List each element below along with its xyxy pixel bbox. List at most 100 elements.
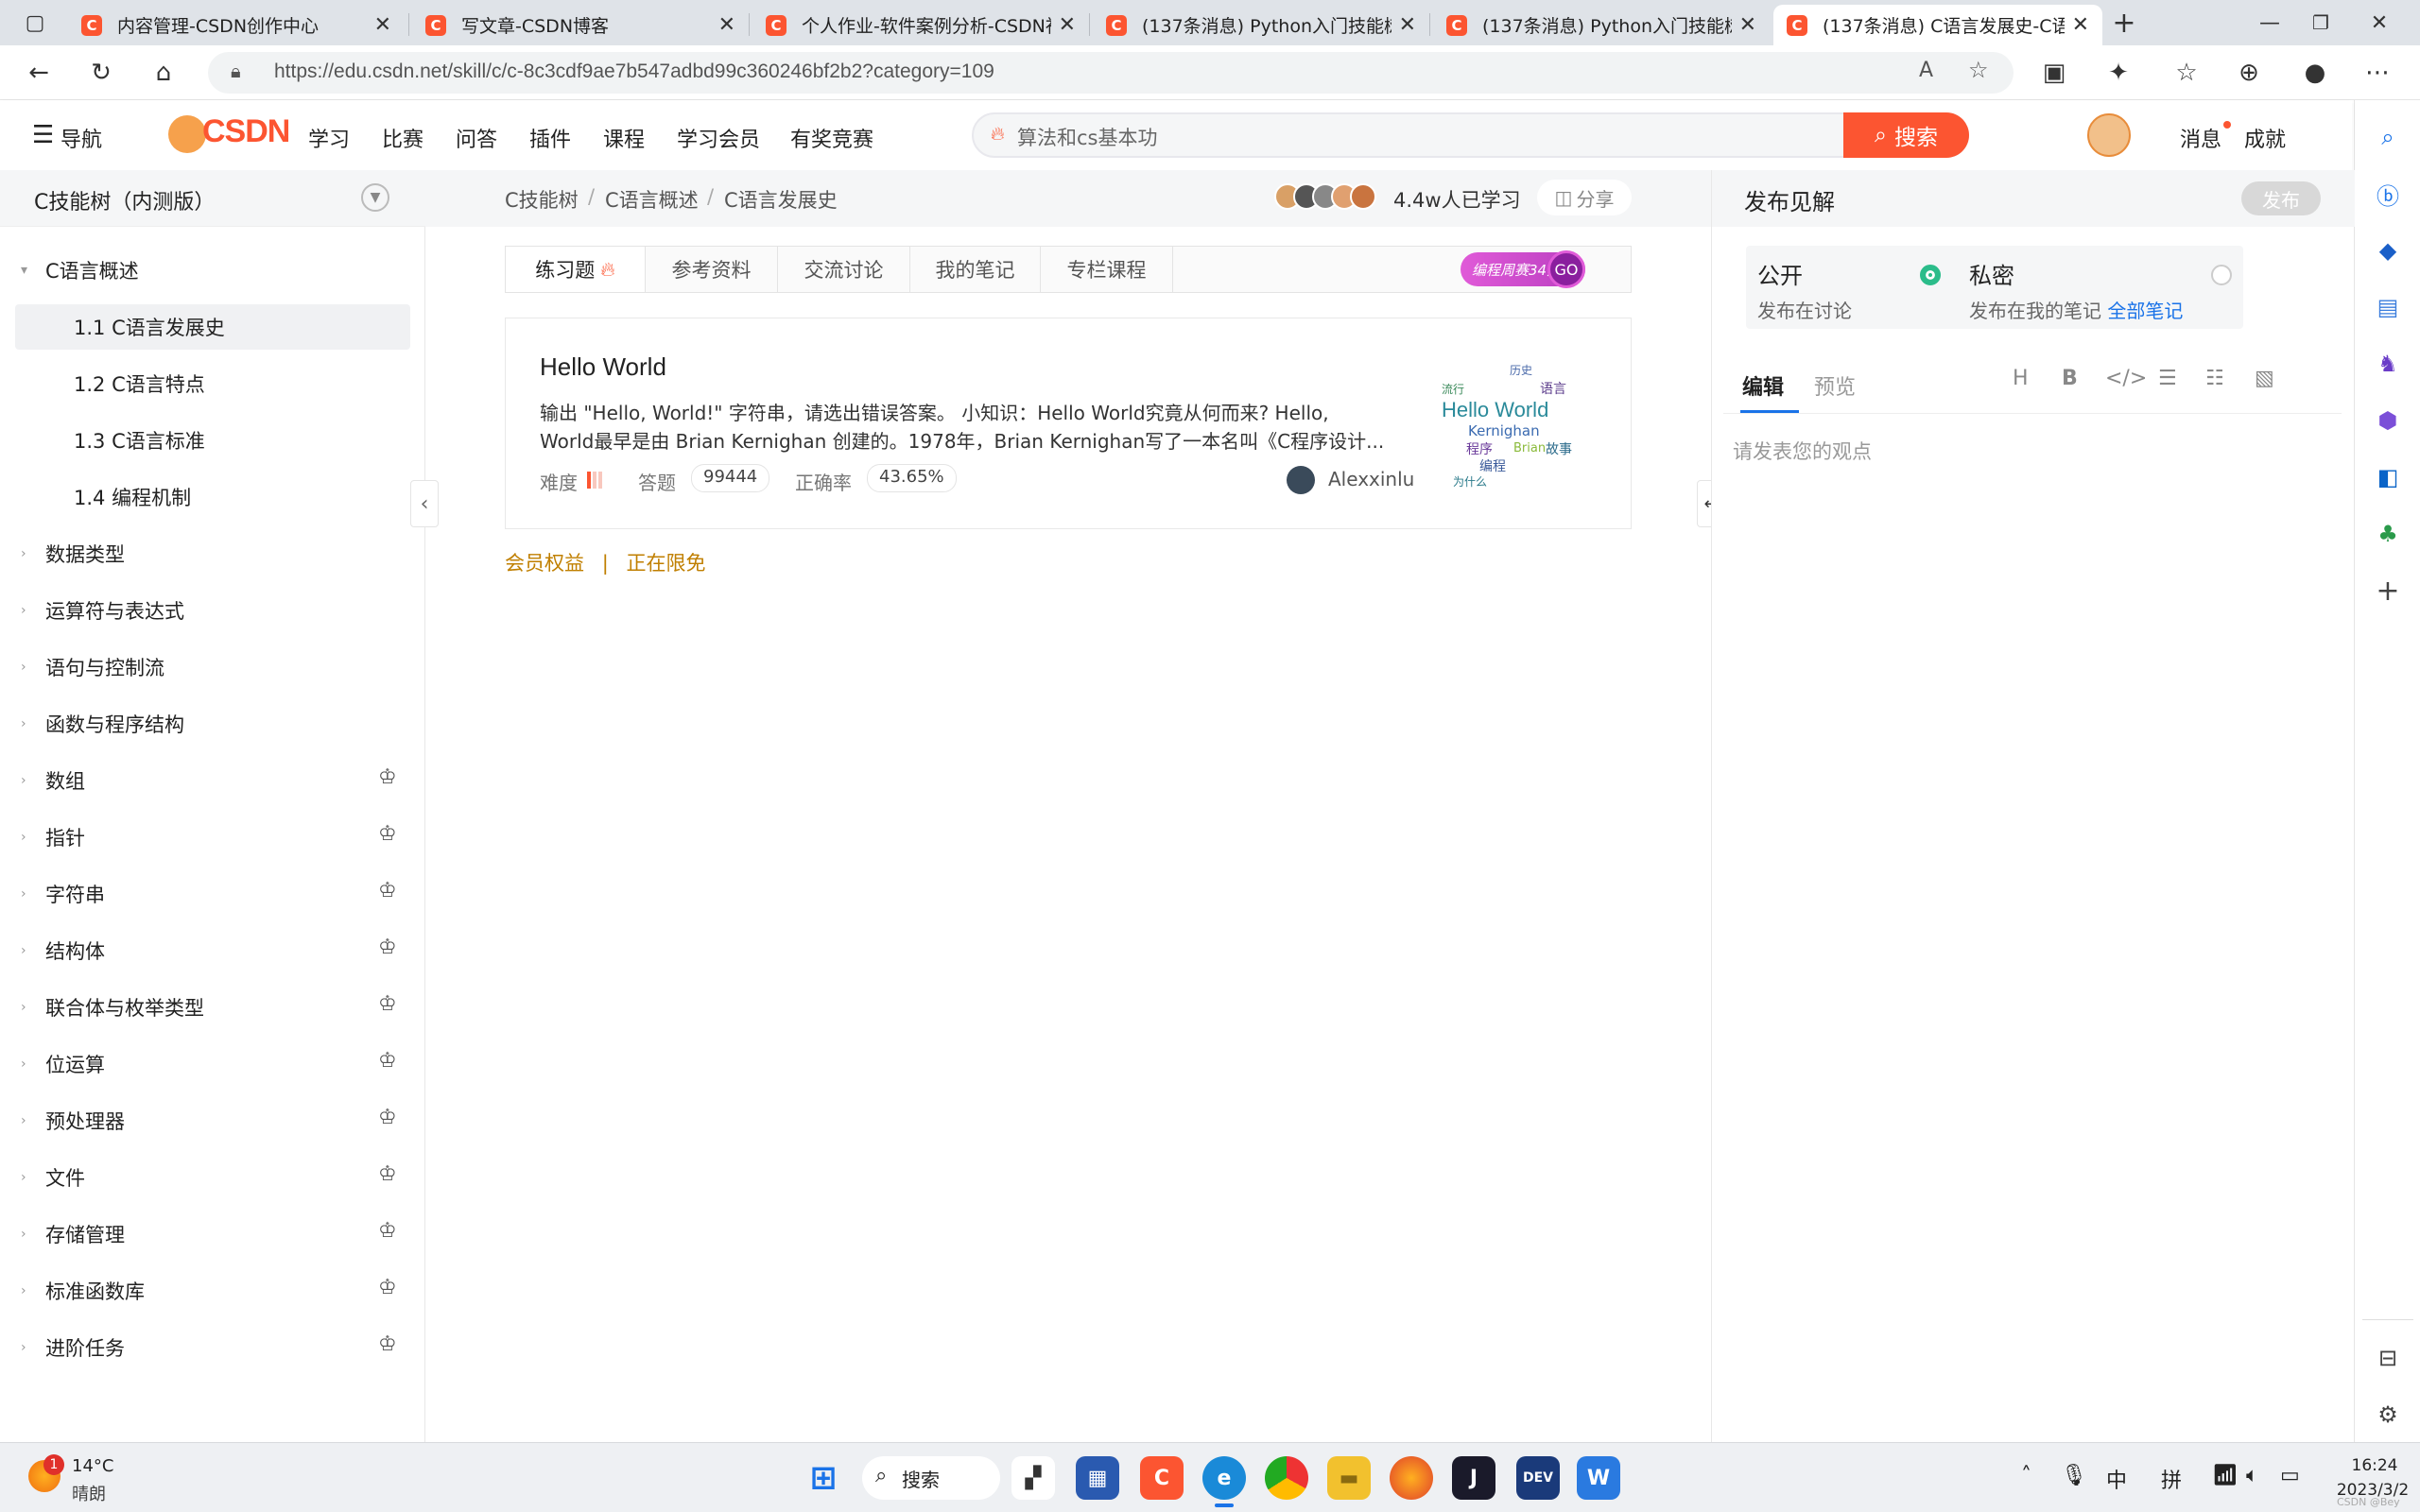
browser-tab[interactable]: C 内容管理-CSDN创作中心 ✕: [68, 5, 405, 45]
menu-hamburger-icon[interactable]: ☰: [32, 121, 54, 149]
achievements-link[interactable]: 成就: [2244, 123, 2286, 153]
collections-icon[interactable]: ▣: [2036, 55, 2072, 91]
office-icon[interactable]: ⬢: [2370, 403, 2406, 438]
caret-right-icon[interactable]: ›: [15, 1113, 45, 1128]
read-aloud-icon[interactable]: A: [1919, 59, 1933, 82]
caret-right-icon[interactable]: ›: [15, 716, 45, 731]
ime-mode[interactable]: 中: [2106, 1464, 2127, 1494]
tree-item[interactable]: › 存储管理 ♔: [15, 1211, 410, 1257]
opinion-textarea[interactable]: 请发表您的观点: [1733, 437, 1872, 465]
tab-collections-icon[interactable]: ⊕: [2231, 55, 2267, 91]
publish-button[interactable]: 发布: [2241, 181, 2321, 215]
tab-exercises[interactable]: 练习题 🔥︎: [506, 247, 646, 292]
nav-item-prize-contest[interactable]: 有奖竞赛: [790, 123, 873, 153]
tab-column-courses[interactable]: 专栏课程: [1041, 247, 1173, 292]
shopping-tag-icon[interactable]: ◆: [2370, 232, 2406, 268]
browser-tab[interactable]: C (137条消息) Python入门技能树 ✕: [1093, 5, 1429, 45]
tree-item[interactable]: › 数据类型: [15, 531, 410, 576]
caret-down-icon[interactable]: ▾: [15, 263, 45, 278]
close-tab-icon[interactable]: ✕: [1059, 13, 1076, 37]
tree-item[interactable]: › 位运算 ♔: [15, 1041, 410, 1087]
jetbrains-icon[interactable]: J: [1452, 1456, 1495, 1500]
tree-item[interactable]: › 联合体与枚举类型 ♔: [15, 985, 410, 1030]
caret-right-icon[interactable]: ›: [15, 1170, 45, 1185]
tree-item[interactable]: › 函数与程序结构: [15, 701, 410, 747]
code-icon[interactable]: </>: [2105, 367, 2147, 390]
bullet-list-icon[interactable]: ☰: [2158, 367, 2177, 390]
tree-item[interactable]: ▾ C语言概述: [15, 248, 410, 293]
browser-tab[interactable]: C 写文章-CSDN博客 ✕: [412, 5, 749, 45]
search-button[interactable]: ⌕ 搜索: [1843, 112, 1969, 158]
tree-item[interactable]: › 预处理器 ♔: [15, 1098, 410, 1143]
clock-time[interactable]: 16:24: [2337, 1456, 2412, 1475]
caret-right-icon[interactable]: ›: [15, 830, 45, 845]
chevron-down-icon[interactable]: ▼: [361, 183, 389, 212]
author-name[interactable]: Alexxinlu: [1328, 468, 1414, 490]
nav-item-qa[interactable]: 问答: [456, 123, 497, 153]
ime-pinyin[interactable]: 拼: [2161, 1464, 2182, 1494]
tree-icon[interactable]: ♣: [2370, 516, 2406, 552]
free-limited-link[interactable]: 正在限免: [626, 552, 705, 575]
caret-right-icon[interactable]: ›: [15, 1057, 45, 1072]
caret-right-icon[interactable]: ›: [15, 773, 45, 788]
back-icon[interactable]: ←: [21, 55, 57, 91]
close-tab-icon[interactable]: ✕: [718, 13, 735, 37]
caret-right-icon[interactable]: ›: [15, 1227, 45, 1242]
tree-subitem[interactable]: 1.2 C语言特点: [15, 361, 410, 406]
edge-browser-icon[interactable]: e: [1202, 1456, 1246, 1500]
volume-icon[interactable]: 🔈︎: [2246, 1464, 2258, 1487]
breadcrumb-item[interactable]: C技能树: [505, 185, 579, 214]
weather-temp[interactable]: 14°C: [72, 1456, 113, 1476]
task-view-icon[interactable]: ▞: [1011, 1456, 1055, 1500]
favorite-star-icon[interactable]: ☆: [1968, 57, 1989, 83]
tools-icon[interactable]: ▤: [2370, 289, 2406, 325]
browser-tab[interactable]: C (137条消息) Python入门技能树 ✕: [1433, 5, 1770, 45]
games-icon[interactable]: ♞: [2370, 346, 2406, 382]
tree-subitem[interactable]: 1.4 编程机制: [15, 474, 410, 520]
caret-right-icon[interactable]: ›: [15, 546, 45, 561]
caret-right-icon[interactable]: ›: [15, 1283, 45, 1298]
tree-item[interactable]: › 文件 ♔: [15, 1155, 410, 1200]
firefox-icon[interactable]: [1390, 1456, 1433, 1500]
caret-right-icon[interactable]: ›: [15, 1340, 45, 1355]
image-icon[interactable]: ▧: [2255, 367, 2274, 390]
tree-item[interactable]: › 字符串 ♔: [15, 871, 410, 917]
sidebar-layout-icon[interactable]: ⊟: [2370, 1340, 2406, 1376]
tab-preview[interactable]: 预览: [1814, 370, 1856, 401]
all-notes-link[interactable]: 全部笔记: [2107, 300, 2183, 322]
tab-actions-icon[interactable]: ▢: [17, 5, 53, 41]
tab-references[interactable]: 参考资料: [646, 247, 778, 292]
member-benefits-link[interactable]: 会员权益: [505, 552, 584, 575]
breadcrumb-item[interactable]: C语言概述: [605, 185, 699, 214]
contest-go-button[interactable]: GO: [1547, 250, 1585, 288]
caret-right-icon[interactable]: ›: [15, 1000, 45, 1015]
maximize-icon[interactable]: ❐: [2303, 5, 2339, 41]
taskbar-app-icon[interactable]: C: [1140, 1456, 1184, 1500]
more-menu-icon[interactable]: ⋯: [2360, 55, 2395, 91]
close-tab-icon[interactable]: ✕: [2072, 13, 2089, 37]
windows-start-icon[interactable]: ⊞: [802, 1456, 845, 1500]
add-sidebar-app-icon[interactable]: +: [2370, 573, 2406, 609]
tab-discussion[interactable]: 交流讨论: [778, 247, 910, 292]
bold-icon[interactable]: B: [2062, 367, 2078, 390]
caret-right-icon[interactable]: ›: [15, 603, 45, 618]
close-tab-icon[interactable]: ✕: [1399, 13, 1416, 37]
close-window-icon[interactable]: ✕: [2361, 5, 2397, 41]
caret-right-icon[interactable]: ›: [15, 943, 45, 958]
tree-item[interactable]: › 语句与控制流: [15, 644, 410, 690]
tree-item[interactable]: › 数组 ♔: [15, 758, 410, 803]
home-icon[interactable]: ⌂: [146, 55, 182, 91]
chrome-icon[interactable]: [1265, 1456, 1308, 1500]
outlook-icon[interactable]: ◧: [2370, 459, 2406, 495]
taskbar-search[interactable]: ⌕ 搜索: [862, 1456, 1000, 1500]
bing-icon[interactable]: ⓑ: [2370, 176, 2406, 212]
new-tab-icon[interactable]: +: [2106, 5, 2142, 41]
csdn-logo[interactable]: CSDN: [202, 113, 290, 150]
exercise-card[interactable]: Hello World 输出 "Hello, World!" 字符串，请选出错误…: [505, 318, 1632, 529]
close-tab-icon[interactable]: ✕: [374, 13, 391, 37]
search-sidebar-icon[interactable]: ⌕: [2370, 119, 2406, 155]
tab-my-notes[interactable]: 我的笔记: [910, 247, 1041, 292]
tree-item[interactable]: › 指针 ♔: [15, 815, 410, 860]
browser-tab-active[interactable]: C (137条消息) C语言发展史-C语言 ✕: [1773, 5, 2102, 45]
nav-item-plugin[interactable]: 插件: [529, 123, 571, 153]
